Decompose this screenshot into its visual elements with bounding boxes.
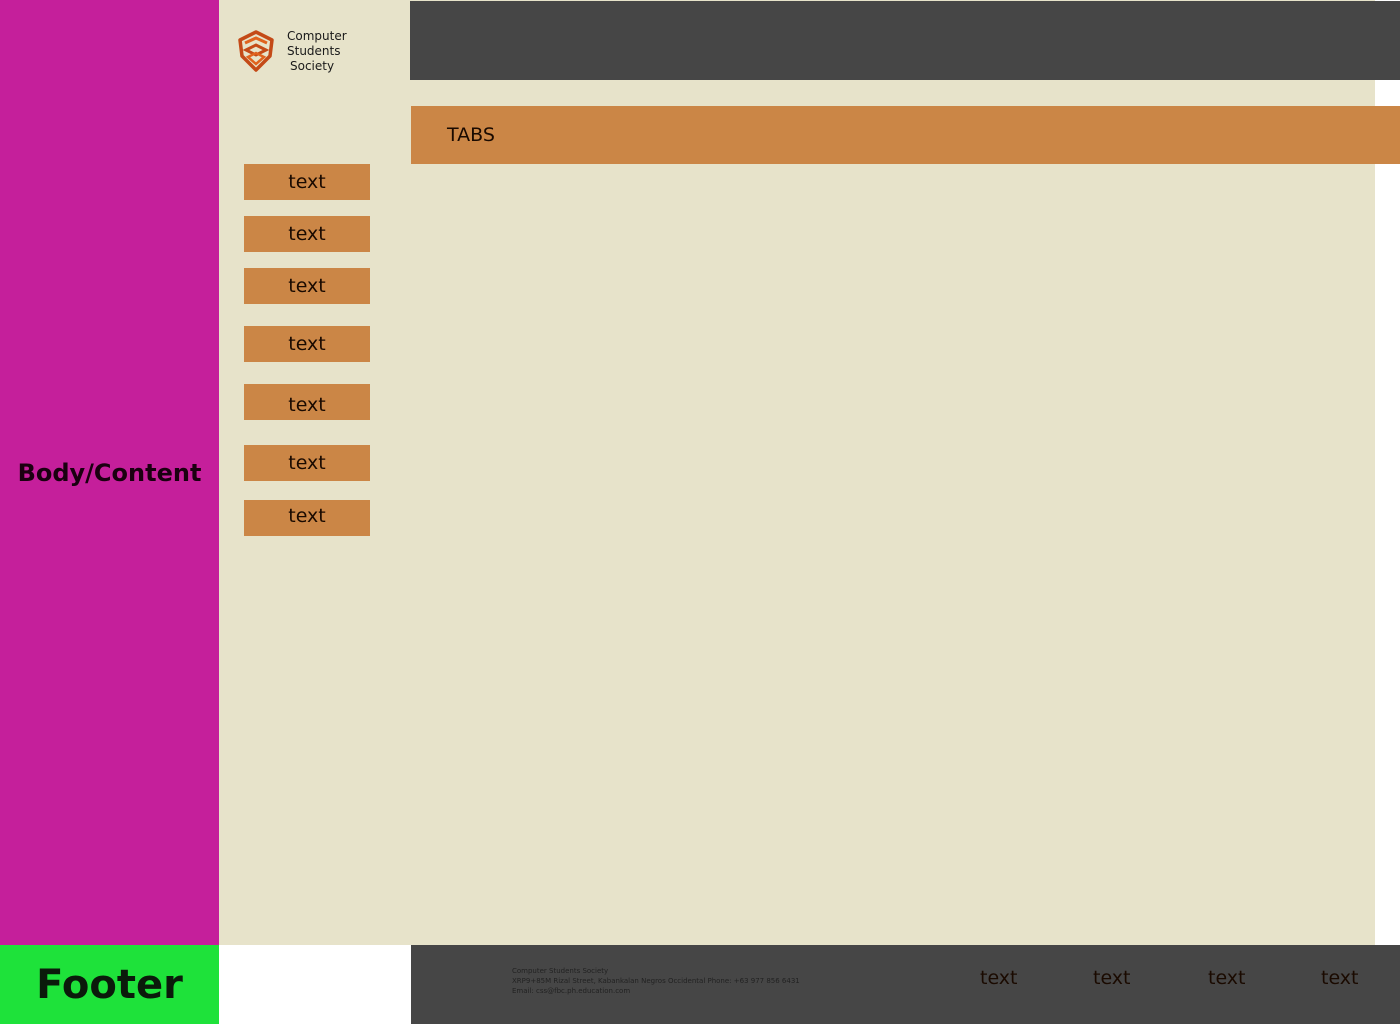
footer-link-2[interactable]: text: [1093, 967, 1131, 989]
footer-link-4[interactable]: text: [1321, 967, 1359, 989]
shield-logo-icon[interactable]: [236, 30, 276, 72]
sidebar-item-4[interactable]: text: [244, 326, 370, 362]
tabs-bar[interactable]: TABS: [411, 106, 1400, 164]
sidebar-item-5[interactable]: text: [244, 384, 370, 420]
footer-org-name: Computer Students Society: [512, 967, 609, 975]
footer-annotation: Footer: [0, 945, 219, 1024]
brand-line-1: Computer: [287, 29, 347, 43]
tabs-label: TABS: [447, 124, 495, 146]
sidebar-item-3[interactable]: text: [244, 268, 370, 304]
footer-link-1[interactable]: text: [980, 967, 1018, 989]
footer-address: XRP9+85M Rizal Street, Kabankalan Negros…: [512, 977, 800, 985]
footer-email: Email: css@fbc.ph.education.com: [512, 987, 631, 995]
sidebar-item-1[interactable]: text: [244, 164, 370, 200]
sidebar-item-6[interactable]: text: [244, 445, 370, 481]
body-content-label: Body/Content: [17, 458, 202, 487]
top-header-bar: [410, 1, 1400, 80]
footer-contact-info: Computer Students Society XRP9+85M Rizal…: [512, 966, 932, 996]
brand-name: Computer Students Society: [287, 29, 397, 74]
brand-line-2: Students: [287, 44, 341, 58]
body-content-annotation: Body/Content: [0, 0, 219, 945]
brand-line-3: Society: [290, 59, 335, 73]
footer-link-3[interactable]: text: [1208, 967, 1246, 989]
footer-annotation-label: Footer: [36, 961, 183, 1008]
sidebar-item-2[interactable]: text: [244, 216, 370, 252]
sidebar-item-7[interactable]: text: [244, 500, 370, 536]
